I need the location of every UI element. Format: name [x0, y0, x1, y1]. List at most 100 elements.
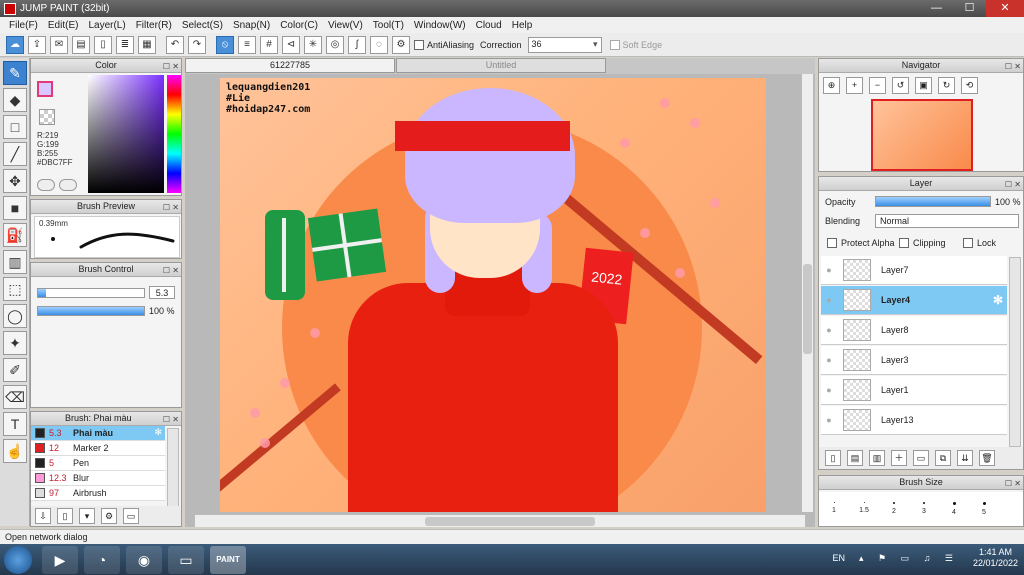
start-button[interactable] [4, 545, 32, 574]
hand-icon[interactable]: ☝ [3, 439, 27, 463]
new-brush-icon[interactable]: ▯ [57, 508, 73, 524]
select-icon[interactable]: ⬚ [3, 277, 27, 301]
antialias-checkbox[interactable] [414, 39, 424, 50]
brush-list-scrollbar[interactable] [167, 428, 179, 508]
layer-item[interactable]: ● Layer8 [821, 316, 1007, 345]
folder-icon[interactable]: ▭ [123, 508, 139, 524]
canvas-vertical-scrollbar[interactable] [801, 74, 813, 512]
brush-icon[interactable]: ✎ [3, 61, 27, 85]
visibility-icon[interactable]: ● [821, 325, 837, 335]
panel-close-icon[interactable]: ☐ ✕ [163, 413, 179, 426]
zoom-out-icon[interactable]: − [869, 77, 886, 94]
panel-close-icon[interactable]: ☐ ✕ [1005, 178, 1021, 191]
file-explorer-icon[interactable]: ▭ [168, 545, 204, 574]
radial-snap-icon[interactable]: ✳ [304, 35, 322, 54]
grid-icon[interactable]: ▦ [138, 35, 156, 54]
menu-edit[interactable]: Edit(E) [43, 20, 84, 31]
visibility-icon[interactable]: ● [821, 295, 837, 305]
menu-tool[interactable]: Tool(T) [368, 20, 409, 31]
add-special-layer-icon[interactable]: ＋ [891, 450, 907, 466]
gear-icon[interactable]: ✻ [993, 293, 1003, 307]
app-icon[interactable]: ◔ [84, 545, 120, 574]
brush-item[interactable]: 12.3 Blur [31, 471, 165, 486]
layer-opacity-slider[interactable] [875, 196, 991, 207]
maximize-button[interactable]: ☐ [953, 0, 986, 17]
circle-snap-icon[interactable]: ◎ [326, 35, 344, 54]
menu-layer[interactable]: Layer(L) [83, 20, 130, 31]
export-icon[interactable]: ⇪ [28, 35, 46, 54]
brush-item[interactable]: 12 Marker 2 [31, 441, 165, 456]
color-palette-button[interactable] [37, 179, 55, 191]
hue-slider[interactable] [167, 75, 181, 193]
panel-close-icon[interactable]: ☐ ✕ [1005, 60, 1021, 73]
soft-edge-checkbox[interactable] [609, 39, 620, 50]
parallel-snap-icon[interactable]: ≡ [238, 35, 256, 54]
magic-wand-icon[interactable]: ✦ [3, 331, 27, 355]
perspective-snap-icon[interactable]: ⊲ [282, 35, 300, 54]
layer-item[interactable]: ● Layer13 [821, 406, 1007, 435]
undo-icon[interactable]: ↶ [166, 35, 184, 54]
clipping-checkbox[interactable] [899, 238, 909, 248]
eraser-icon[interactable]: ◆ [3, 88, 27, 112]
cloud-icon[interactable]: ☁ [6, 35, 24, 54]
menu-color[interactable]: Color(C) [275, 20, 323, 31]
list-icon[interactable]: ≣ [116, 35, 134, 54]
tray-icons[interactable]: ▴ ⚑ ▭ ♫ ☰ [859, 553, 959, 564]
minimize-button[interactable]: — [920, 0, 953, 17]
zoom-in-icon[interactable]: + [846, 77, 863, 94]
visibility-icon[interactable]: ● [821, 415, 837, 425]
layer-item[interactable]: ● Layer3 [821, 346, 1007, 375]
reset-view-icon[interactable]: ⟲ [961, 77, 978, 94]
trash-icon[interactable]: 🗑 [979, 450, 995, 466]
select-eraser-icon[interactable]: ⌫ [3, 385, 27, 409]
brush-item[interactable]: 5.3 Phai màu ✻ [31, 426, 165, 441]
menu-select[interactable]: Select(S) [177, 20, 228, 31]
menu-file[interactable]: File(F) [4, 20, 43, 31]
rotate-left-icon[interactable]: ↺ [892, 77, 909, 94]
panel-close-icon[interactable]: ☐ ✕ [1005, 477, 1021, 490]
visibility-icon[interactable]: ● [821, 355, 837, 365]
curve-snap-icon[interactable]: ∫ [348, 35, 366, 54]
media-player-icon[interactable]: ▶ [42, 545, 78, 574]
protect-alpha-checkbox[interactable] [827, 238, 837, 248]
snap-settings-icon[interactable]: ⚙ [392, 35, 410, 54]
new-8bit-layer-icon[interactable]: ▤ [847, 450, 863, 466]
lasso-icon[interactable]: ◯ [3, 304, 27, 328]
brush-item[interactable]: 97 Airbrush [31, 486, 165, 501]
brush-settings-icon[interactable]: ⚙ [101, 508, 117, 524]
saturation-value-picker[interactable] [88, 75, 164, 193]
brush-size-option[interactable]: 4 [939, 492, 969, 526]
gradient-icon[interactable]: ▥ [3, 250, 27, 274]
select-pen-icon[interactable]: ✐ [3, 358, 27, 382]
tab-document-2[interactable]: Untitled [396, 58, 606, 73]
artwork-canvas[interactable]: 2022 lequangdien201 #Lie #hoidap247.com [220, 78, 766, 512]
redo-icon[interactable]: ↷ [188, 35, 206, 54]
canvas-area[interactable]: 2022 lequangdien201 #Lie #hoidap247.com [185, 74, 815, 527]
snap-off-icon[interactable]: ⦸ [216, 35, 234, 54]
comment-icon[interactable]: ✉ [50, 35, 68, 54]
new-layer-icon[interactable]: ▯ [825, 450, 841, 466]
chrome-icon[interactable]: ◉ [126, 545, 162, 574]
rectangle-icon[interactable]: □ [3, 115, 27, 139]
clock[interactable]: 1:41 AM 22/01/2022 [973, 547, 1018, 569]
line-icon[interactable]: ╱ [3, 142, 27, 166]
cloud-download-icon[interactable]: ⇩ [35, 508, 51, 524]
menu-view[interactable]: View(V) [323, 20, 368, 31]
menu-filter[interactable]: Filter(R) [131, 20, 177, 31]
layer-folder-icon[interactable]: ▭ [913, 450, 929, 466]
layer-item[interactable]: ● Layer7 [821, 256, 1007, 285]
brush-menu-icon[interactable]: ▾ [79, 508, 95, 524]
navigator-thumbnail[interactable] [871, 99, 973, 171]
visibility-icon[interactable]: ● [821, 265, 837, 275]
merge-layer-icon[interactable]: ⇊ [957, 450, 973, 466]
correction-select[interactable]: 36 [527, 36, 602, 53]
panel-close-icon[interactable]: ☐ ✕ [163, 60, 179, 73]
rotate-right-icon[interactable]: ↻ [938, 77, 955, 94]
color-picker-button[interactable] [59, 179, 77, 191]
brush-size-option[interactable]: 1 [819, 492, 849, 526]
brush-size-option[interactable]: 3 [909, 492, 939, 526]
menu-window[interactable]: Window(W) [409, 20, 471, 31]
layer-item[interactable]: ● Layer4 ✻ [821, 286, 1007, 315]
brush-size-option[interactable]: 1.5 [849, 492, 879, 526]
fill-rectangle-icon[interactable]: ■ [3, 196, 27, 220]
